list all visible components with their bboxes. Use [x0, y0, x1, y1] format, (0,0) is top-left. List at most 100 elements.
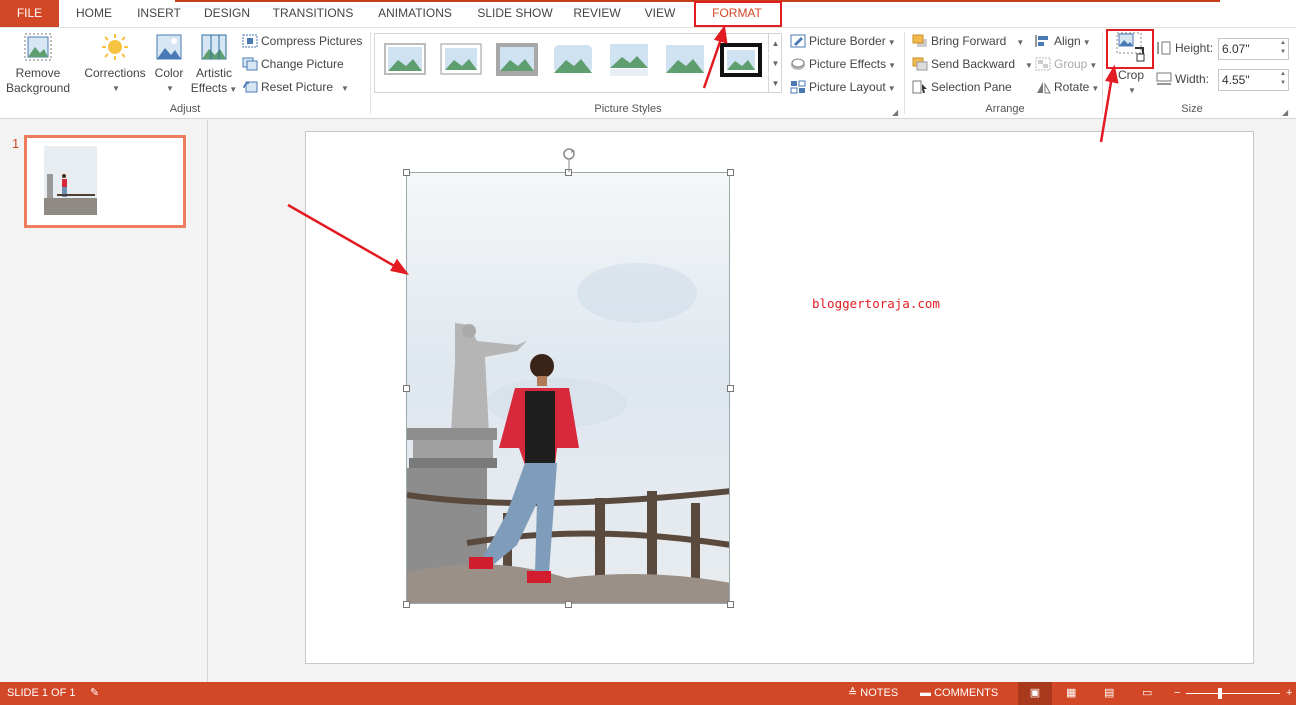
picture-layout-button[interactable]: Picture Layout ▼ [790, 77, 896, 97]
tab-transitions[interactable]: TRANSITIONS [266, 0, 360, 27]
tab-home[interactable]: HOME [64, 0, 124, 27]
resize-handle-top-left[interactable] [403, 169, 410, 176]
spell-check-icon[interactable]: ✎ [90, 682, 99, 705]
zoom-in-button[interactable]: + [1286, 682, 1292, 705]
resize-handle-bottom-right[interactable] [727, 601, 734, 608]
slide-sorter-icon[interactable]: ▦ [1066, 682, 1076, 705]
picture-style-2[interactable] [439, 42, 483, 78]
rotate-button[interactable]: Rotate ▼ [1035, 77, 1099, 97]
artistic-effects-button[interactable]: Artistic Effects ▼ [190, 32, 238, 97]
size-launcher-icon[interactable]: ◢ [1282, 108, 1288, 117]
tab-insert[interactable]: INSERT [128, 0, 190, 27]
zoom-out-button[interactable]: − [1174, 682, 1180, 705]
slide-thumbnails-pane: 1 [0, 120, 208, 682]
notes-button[interactable]: ≙ NOTES [848, 682, 898, 705]
picture-style-6[interactable] [663, 42, 707, 78]
bring-forward-icon [912, 34, 928, 48]
resize-handle-right[interactable] [727, 385, 734, 392]
arrange-group-label: Arrange [985, 103, 1025, 115]
picture-effects-button[interactable]: Picture Effects ▼ [790, 54, 896, 74]
group-divider [904, 32, 905, 114]
chevron-down-icon: ▼ [166, 84, 174, 93]
rotation-handle-icon[interactable] [560, 146, 578, 172]
rotate-label: Rotate [1054, 80, 1090, 94]
group-icon [1035, 57, 1051, 71]
picture-style-5[interactable] [607, 42, 651, 78]
align-button[interactable]: Align ▼ [1035, 31, 1091, 51]
height-label: Height: [1175, 41, 1214, 55]
width-label: Width: [1175, 72, 1210, 86]
resize-handle-top-right[interactable] [727, 169, 734, 176]
photo-person-at-statue [407, 173, 729, 603]
gallery-scroll-down-icon[interactable]: ▼ [768, 54, 782, 73]
remove-background-button[interactable]: Remove Background [2, 32, 74, 96]
normal-view-icon[interactable]: ▣ [1018, 682, 1052, 705]
resize-handle-bottom-left[interactable] [403, 601, 410, 608]
tab-view[interactable]: VIEW [634, 0, 686, 27]
color-label: Color [154, 66, 184, 80]
picture-styles-group-label: Picture Styles [594, 103, 662, 115]
sun-icon [102, 34, 128, 60]
color-button[interactable]: Color ▼ [150, 32, 188, 96]
resize-handle-bottom[interactable] [565, 601, 572, 608]
reset-picture-button[interactable]: Reset Picture ▼ [242, 77, 349, 97]
tab-animations[interactable]: ANIMATIONS [366, 0, 464, 27]
slide-thumbnail[interactable] [24, 135, 186, 228]
selected-picture[interactable] [406, 172, 730, 604]
height-input[interactable]: 6.07" ▲ ▼ [1218, 38, 1289, 60]
align-icon [1035, 34, 1051, 48]
size-group-label: Size [1181, 103, 1203, 115]
crop-label: Crop [1117, 68, 1144, 82]
width-value: 4.55" [1222, 73, 1250, 87]
send-backward-button[interactable]: Send Backward ▼ [912, 54, 1033, 74]
artistic-effects-icon [201, 34, 227, 60]
picture-style-3[interactable] [495, 42, 539, 78]
remove-background-label-1: Remove [15, 66, 61, 80]
slide-thumbnail-picture [44, 146, 97, 215]
bring-forward-button[interactable]: Bring Forward ▼ [912, 31, 1024, 51]
reset-picture-icon [242, 80, 258, 94]
align-label: Align [1054, 34, 1081, 48]
picture-border-button[interactable]: Picture Border ▼ [790, 31, 896, 51]
adjust-group-label: Adjust [169, 103, 201, 115]
zoom-slider-thumb[interactable] [1218, 688, 1222, 699]
reading-view-icon[interactable]: ▤ [1104, 682, 1114, 705]
spinner-arrows-icon[interactable]: ▲ ▼ [1280, 70, 1286, 88]
status-bar: SLIDE 1 OF 1 ✎ ≙ NOTES ▬ COMMENTS ▣ ▦ ▤ … [0, 682, 1296, 705]
chevron-down-icon: ▼ [112, 84, 120, 93]
width-label-group: Width: [1156, 69, 1209, 89]
tab-file[interactable]: FILE [0, 0, 59, 27]
picture-style-4[interactable] [551, 42, 595, 78]
picture-style-7-selected[interactable] [719, 42, 763, 78]
tab-review[interactable]: REVIEW [568, 0, 626, 27]
reset-picture-label: Reset Picture [261, 80, 334, 94]
picture-effects-label: Picture Effects [809, 57, 887, 71]
send-backward-icon [912, 57, 928, 71]
picture-border-label: Picture Border [809, 34, 886, 48]
change-picture-label: Change Picture [261, 57, 344, 71]
gallery-scroll-up-icon[interactable]: ▲ [768, 34, 782, 53]
selection-pane-button[interactable]: Selection Pane [912, 77, 1012, 97]
rotate-icon [1035, 80, 1051, 94]
picture-style-1[interactable] [383, 42, 427, 78]
zoom-slider-track[interactable] [1186, 693, 1280, 694]
ribbon-format-panel: Remove Background Corrections ▼ Color ▼ … [0, 27, 1296, 119]
width-input[interactable]: 4.55" ▲ ▼ [1218, 69, 1289, 91]
artistic-effects-label-2: Effects ▼ [190, 81, 238, 95]
corrections-button[interactable]: Corrections ▼ [82, 32, 148, 96]
gallery-more-icon[interactable]: ▼ [768, 74, 782, 93]
group-label: Group [1054, 57, 1088, 71]
tab-design[interactable]: DESIGN [196, 0, 258, 27]
tab-slide-show[interactable]: SLIDE SHOW [470, 0, 560, 27]
change-picture-button[interactable]: Change Picture [242, 54, 344, 74]
comments-button[interactable]: ▬ COMMENTS [920, 682, 998, 705]
selection-pane-icon [912, 80, 928, 94]
spinner-arrows-icon[interactable]: ▲ ▼ [1280, 39, 1286, 57]
compress-pictures-button[interactable]: Compress Pictures [242, 31, 362, 51]
shape-height-icon [1156, 41, 1172, 55]
resize-handle-left[interactable] [403, 385, 410, 392]
group-button[interactable]: Group ▼ [1035, 54, 1097, 74]
picture-styles-launcher-icon[interactable]: ◢ [892, 108, 898, 117]
height-value: 6.07" [1222, 42, 1250, 56]
slide-show-icon[interactable]: ▭ [1142, 682, 1152, 705]
